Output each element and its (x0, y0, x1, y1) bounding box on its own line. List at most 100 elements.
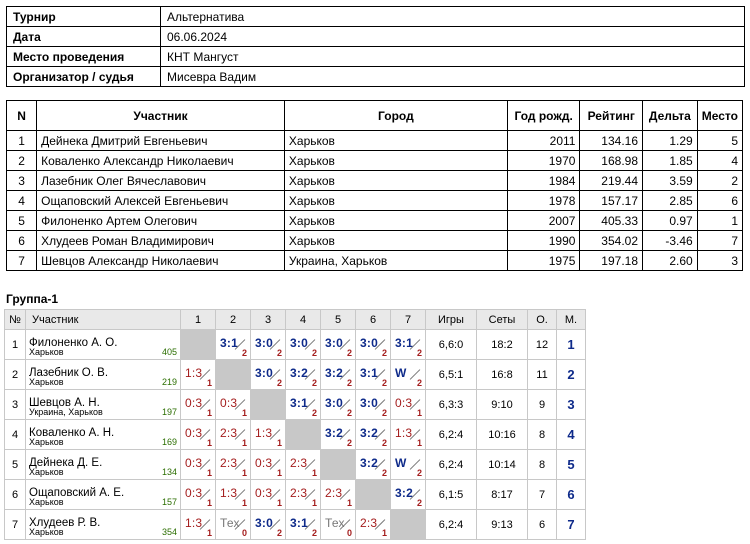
cross-place: 3 (556, 389, 586, 420)
participant-rating: 354.02 (579, 230, 643, 251)
match-result: 3:0 2 (251, 510, 285, 539)
match-result: 3:2 2 (321, 360, 355, 389)
match-result: 1:3 1 (181, 360, 215, 389)
participant-place: 5 (696, 130, 744, 151)
match-points: 2 (276, 378, 282, 388)
match-result: W2 (391, 360, 425, 389)
match-result: Тех 0 (321, 510, 355, 539)
match-points: 2 (346, 408, 352, 418)
player-rating: 354 (161, 527, 177, 537)
cross-row-n: 1 (4, 329, 26, 360)
match-points: 2 (416, 468, 422, 478)
match-result-cell: 3:2 2 (320, 419, 356, 450)
match-result: 3:1 2 (356, 360, 390, 389)
participant-delta: 2.60 (642, 250, 698, 271)
match-result: 3:1 2 (286, 510, 320, 539)
match-score: W (395, 366, 407, 380)
participant-n: 3 (5, 170, 38, 191)
diagonal-cell (180, 329, 216, 360)
cross-player-cell: Лазебник О. В. Харьков 219 (25, 359, 181, 390)
match-points: 2 (416, 378, 422, 388)
cross-row-n: 3 (4, 389, 26, 420)
match-result: 3:2 2 (321, 420, 355, 449)
match-points: 1 (241, 408, 247, 418)
match-points: 1 (311, 468, 317, 478)
participant-city: Харьков (283, 130, 508, 151)
participant-name: Дейнека Дмитрий Евгеньевич (36, 130, 285, 151)
cross-row-n: 4 (4, 419, 26, 450)
participant-rating: 405.33 (579, 210, 643, 231)
col-header-n: N (5, 100, 38, 131)
match-result: 3:0 2 (286, 330, 320, 359)
match-points: 2 (311, 408, 317, 418)
match-points: 2 (381, 348, 387, 358)
match-result-cell: Тех 0 (320, 509, 356, 540)
participant-place: 3 (696, 250, 744, 271)
match-points: 1 (241, 498, 247, 508)
match-points: 2 (346, 438, 352, 448)
cross-games: 6,2:4 (425, 419, 477, 450)
participant-row: 5 Филоненко Артем Олегович Харьков 2007 405.… (5, 210, 744, 231)
match-result: 3:1 2 (391, 330, 425, 359)
participant-delta: 1.85 (642, 150, 698, 171)
cross-sets: 16:8 (476, 359, 528, 390)
cross-games: 6,6:0 (425, 329, 477, 360)
match-result: Тех 0 (216, 510, 250, 539)
match-points: 2 (276, 528, 282, 538)
match-result-cell: 3:1 2 (355, 359, 391, 390)
info-label: Место проведения (6, 46, 161, 67)
cross-row: 6 Ощаповский А. Е. Харьков 157 0:3 1 1:3 1 0:3 1 2… (4, 479, 586, 510)
cross-points: 7 (527, 479, 557, 510)
match-points: 2 (381, 438, 387, 448)
match-result-cell: 2:3 1 (215, 419, 251, 450)
participant-name: Ощаповский Алексей Евгеньевич (36, 190, 285, 211)
participant-year: 1975 (506, 250, 581, 271)
player-rating: 405 (161, 347, 177, 357)
cross-points: 9 (527, 389, 557, 420)
match-result-cell: 3:1 2 (390, 329, 426, 360)
cross-games: 6,5:1 (425, 359, 477, 390)
match-result-cell: 0:3 1 (180, 389, 216, 420)
match-result: 2:3 1 (216, 450, 250, 479)
match-result-cell: 3:0 2 (320, 329, 356, 360)
cross-col-opponent: 2 (215, 309, 251, 330)
match-result: 0:3 1 (216, 390, 250, 419)
participant-delta: 2.85 (642, 190, 698, 211)
info-row: Дата 06.06.2024 (6, 26, 745, 47)
participant-n: 4 (5, 190, 38, 211)
match-points: 1 (241, 468, 247, 478)
player-rating: 134 (161, 467, 177, 477)
participant-place: 1 (696, 210, 744, 231)
match-points: 2 (416, 348, 422, 358)
match-points: 1 (241, 438, 247, 448)
match-points: 2 (276, 348, 282, 358)
match-points: 0 (346, 528, 352, 538)
cross-col-opponent: 3 (250, 309, 286, 330)
match-result-cell: 3:1 2 (285, 509, 321, 540)
participant-city: Харьков (283, 170, 508, 191)
match-result: 0:3 1 (251, 450, 285, 479)
diagonal-cell (250, 389, 286, 420)
match-result-cell: 3:0 2 (250, 329, 286, 360)
match-result-cell: 2:3 1 (320, 479, 356, 510)
diagonal-cell (285, 419, 321, 450)
participant-year: 2007 (506, 210, 581, 231)
match-result-cell: 0:3 1 (180, 419, 216, 450)
match-points: 1 (416, 438, 422, 448)
cross-col-n: № (4, 309, 26, 330)
cross-games: 6,2:4 (425, 449, 477, 480)
match-result-cell: 0:3 1 (250, 479, 286, 510)
match-result-cell: 2:3 1 (285, 449, 321, 480)
participant-rating: 134.16 (579, 130, 643, 151)
match-result: 3:1 2 (286, 390, 320, 419)
cross-col-name: Участник (25, 309, 181, 330)
cross-col-games: Игры (425, 309, 477, 330)
cross-col-place: М. (556, 309, 586, 330)
match-points: 1 (381, 528, 387, 538)
match-points: 1 (206, 378, 212, 388)
crosstable-header-row: № Участник 1 2 3 4 5 6 7 Игры Сеты О. М. (4, 309, 586, 330)
cross-player-cell: Дейнека Д. Е. Харьков 134 (25, 449, 181, 480)
match-result: 2:3 1 (356, 510, 390, 539)
match-result: 1:3 1 (216, 480, 250, 509)
cross-sets: 18:2 (476, 329, 528, 360)
